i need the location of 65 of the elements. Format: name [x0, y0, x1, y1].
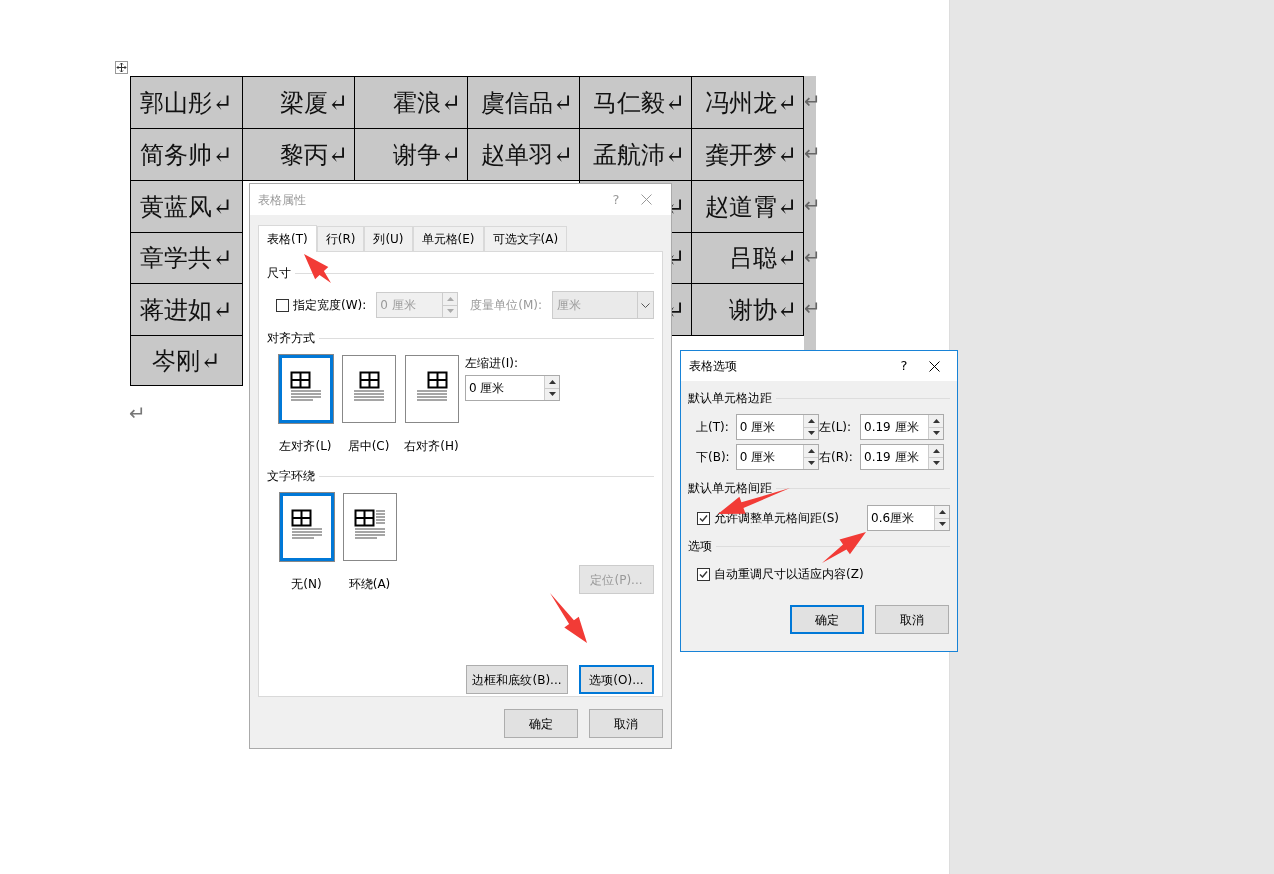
section-heading: 尺寸: [267, 265, 291, 282]
paragraph-mark: ↵: [129, 400, 146, 427]
option-label: 无(N): [291, 576, 322, 593]
margin-field[interactable]: 0.19 厘米: [860, 444, 944, 470]
option-label: 右对齐(H): [404, 438, 459, 455]
table-cell: 黎丙↵: [242, 128, 355, 181]
field-label: 上(T):: [696, 419, 730, 436]
tab[interactable]: 单元格(E): [412, 226, 484, 251]
margin-field[interactable]: 0.19 厘米: [860, 414, 944, 440]
tab[interactable]: 表格(T): [258, 225, 317, 252]
row-end-mark: ↵: [804, 232, 816, 283]
row-end-mark: ↵: [804, 180, 816, 232]
table-cell: 蒋进如↵: [130, 283, 243, 336]
checkbox-label: 自动重调尺寸以适应内容(Z): [714, 566, 864, 583]
table-cell: 黄蓝风↵: [130, 180, 243, 233]
tab[interactable]: 可选文字(A): [483, 226, 568, 251]
table-cell: 霍浪↵: [354, 76, 468, 129]
table-cell: 赵道霄↵: [691, 180, 804, 233]
spacing-field[interactable]: 0.6厘米: [867, 505, 950, 531]
table-cell: 简务帅↵: [130, 128, 243, 181]
table-cell: 岑刚↵: [130, 335, 243, 386]
table-cell: 章学共↵: [130, 232, 243, 284]
margin-field[interactable]: 0 厘米: [735, 414, 819, 440]
option-label: 左对齐(L): [279, 438, 332, 455]
help-button[interactable]: ?: [889, 356, 919, 376]
row-end-mark: ↵: [804, 76, 816, 128]
field-label: 左缩进(I):: [465, 355, 519, 372]
dialog-button[interactable]: 确定: [790, 605, 864, 634]
tab[interactable]: 行(R): [316, 226, 365, 251]
section-heading: 默认单元格边距: [688, 390, 772, 407]
indent-field[interactable]: 0 厘米: [465, 375, 560, 401]
row-end-mark: ↵: [804, 283, 816, 335]
table-cell: 马仁毅↵: [579, 76, 692, 129]
table-cell: 冯州龙↵: [691, 76, 804, 129]
dialog-button[interactable]: 选项(O)...: [579, 665, 654, 694]
table-cell: 郭山彤↵: [130, 76, 243, 129]
table-cell: 谢协↵: [691, 283, 804, 336]
checkbox-label: 允许调整单元格间距(S): [714, 510, 840, 527]
dialog-button[interactable]: 取消: [875, 605, 949, 634]
table-cell: 赵单羽↵: [467, 128, 580, 181]
field-label: 下(B):: [696, 449, 731, 466]
window-title: 表格选项: [689, 358, 738, 375]
table-cell: 孟航沛↵: [579, 128, 692, 181]
option-label: 居中(C): [347, 438, 390, 455]
field-label: 度量单位(M):: [470, 297, 543, 314]
dialog-button[interactable]: 边框和底纹(B)...: [466, 665, 568, 694]
section-heading: 选项: [688, 538, 712, 555]
tab[interactable]: 列(U): [364, 226, 413, 251]
section-heading: 文字环绕: [267, 468, 315, 485]
row-end-mark: ↵: [804, 128, 816, 180]
section-heading: 默认单元格间距: [688, 480, 772, 497]
option-label: 环绕(A): [348, 576, 391, 593]
window-title: 表格属性: [258, 191, 307, 209]
field-label: 右(R):: [819, 449, 854, 466]
table-cell: 龚开梦↵: [691, 128, 804, 181]
dialog-button[interactable]: 确定: [504, 709, 578, 738]
margin-field[interactable]: 0 厘米: [735, 444, 819, 470]
table-cell: 梁厦↵: [242, 76, 355, 129]
table-cell: 虞信品↵: [467, 76, 580, 129]
table-cell: 谢争↵: [354, 128, 468, 181]
dialog-button[interactable]: 取消: [589, 709, 663, 738]
checkbox-label: 指定宽度(W):: [293, 297, 367, 314]
section-heading: 对齐方式: [267, 330, 315, 347]
table-cell: 吕聪↵: [691, 232, 804, 284]
field-label: 左(L):: [819, 419, 853, 436]
